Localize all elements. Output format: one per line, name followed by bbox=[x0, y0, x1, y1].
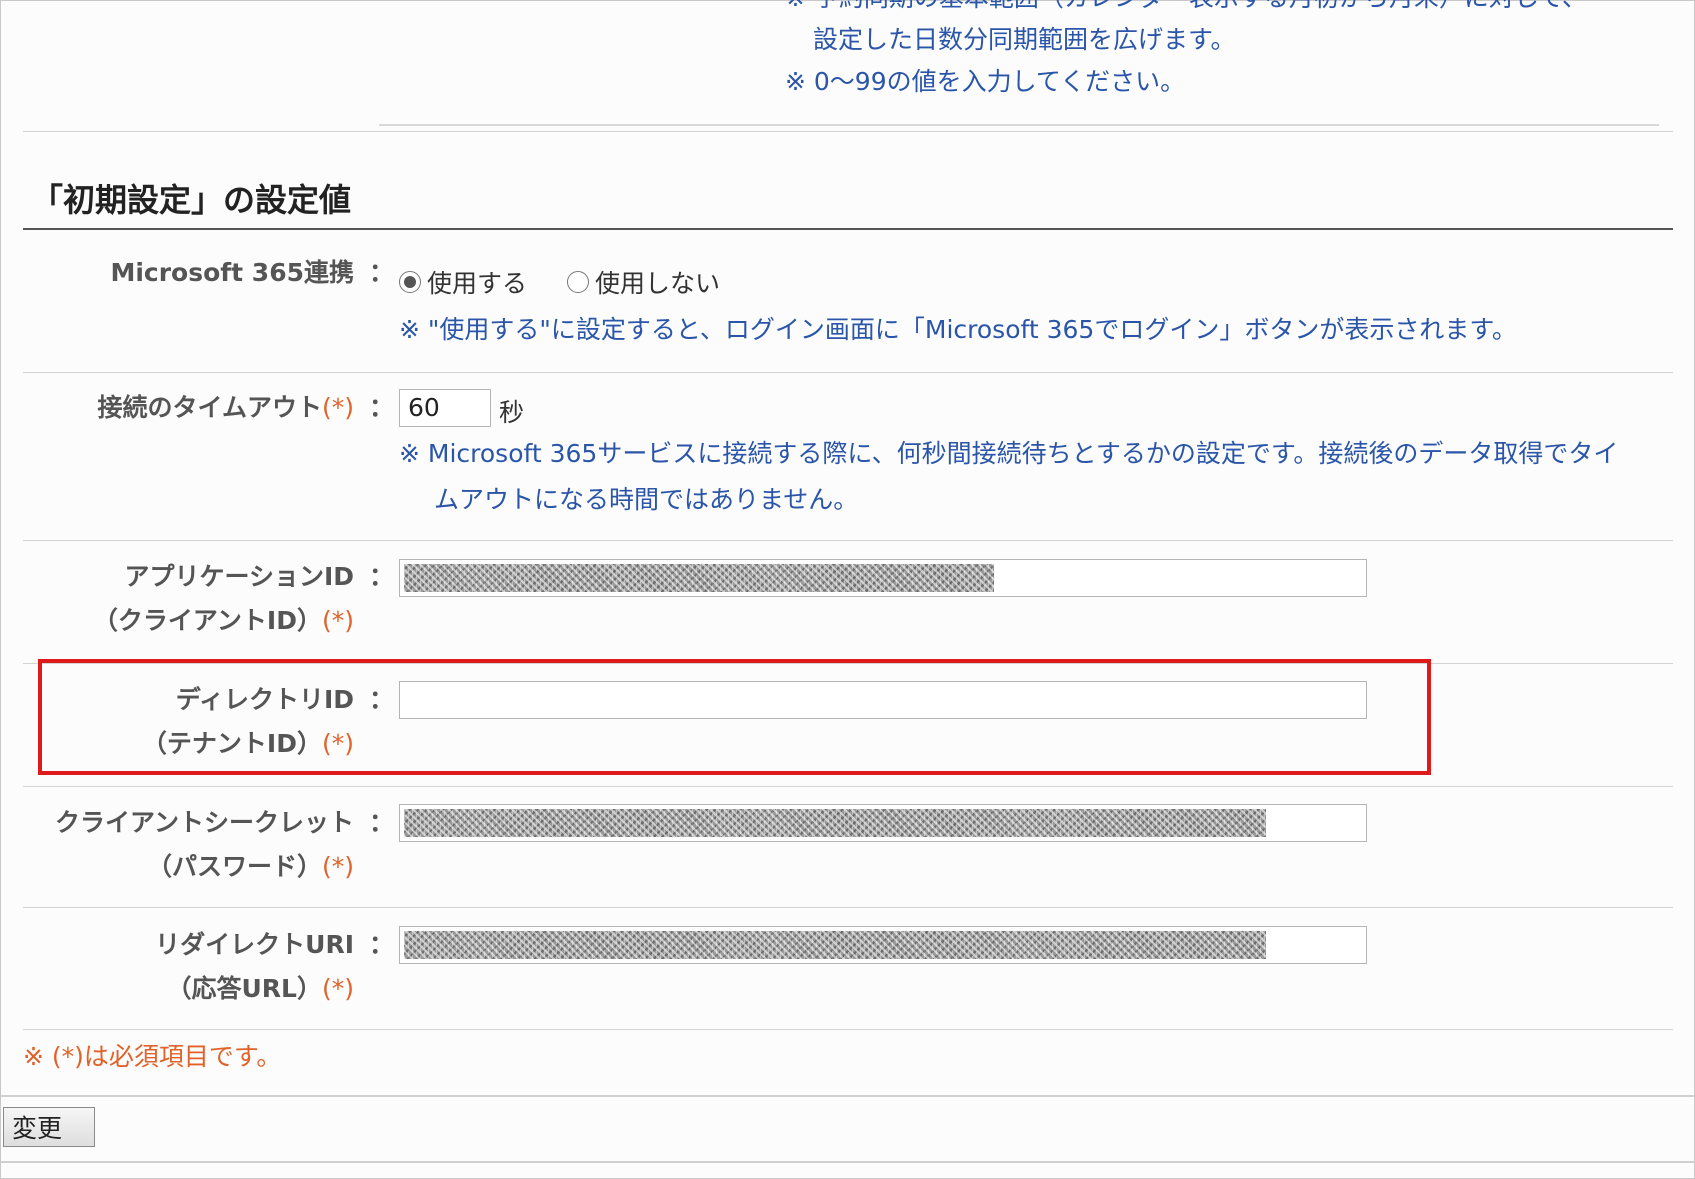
radio-not-use-label: 使用しない bbox=[595, 269, 721, 298]
redirect-uri-label: リダイレクトURI bbox=[155, 930, 354, 959]
settings-panel: ※ 予約同期の基本範囲（カレンダー表示する月初から月末）に対して、 設定した日数… bbox=[0, 0, 1695, 1179]
required-mark: (*) bbox=[321, 974, 354, 1003]
ms365-link-label: Microsoft 365連携 bbox=[110, 258, 354, 287]
footer-divider bbox=[1, 1095, 1695, 1097]
colon: ： bbox=[369, 393, 395, 422]
password-label: （パスワード）(*) bbox=[146, 852, 354, 881]
highlight-box bbox=[38, 659, 1431, 775]
client-secret-input[interactable] bbox=[399, 804, 1367, 842]
colon: ： bbox=[369, 808, 395, 837]
colon: ： bbox=[369, 562, 395, 591]
redacted-value bbox=[404, 564, 994, 592]
timeout-unit: 秒 bbox=[499, 398, 525, 427]
change-button[interactable]: 変更 bbox=[3, 1107, 95, 1147]
redacted-value bbox=[404, 809, 1266, 837]
radio-not-use-button[interactable] bbox=[567, 271, 590, 293]
radio-use[interactable]: 使用する bbox=[399, 264, 527, 300]
ms365-link-note: ※ "使用する"に設定すると、ログイン画面に「Microsoft 365でログイ… bbox=[399, 315, 1517, 344]
timeout-note-line2: ムアウトになる時間ではありません。 bbox=[434, 485, 859, 514]
divider bbox=[23, 907, 1673, 908]
colon: ： bbox=[369, 258, 395, 287]
divider bbox=[379, 124, 1659, 126]
sync-range-note-partial: ※ 予約同期の基本範囲（カレンダー表示する月初から月末）に対して、 bbox=[785, 0, 1587, 15]
redirect-uri-input[interactable] bbox=[399, 926, 1367, 964]
timeout-note-line1: ※ Microsoft 365サービスに接続する際に、何秒間接続待ちとするかの設… bbox=[399, 439, 1619, 468]
ms365-link-radio-group: 使用する 使用しない bbox=[399, 264, 760, 300]
application-id-label: アプリケーションID bbox=[124, 562, 354, 591]
redacted-value bbox=[404, 931, 1266, 959]
timeout-input[interactable]: 60 bbox=[399, 389, 491, 427]
radio-not-use[interactable]: 使用しない bbox=[567, 264, 720, 300]
section-title: 「初期設定」の設定値 bbox=[31, 181, 352, 219]
required-mark: (*) bbox=[321, 852, 354, 881]
required-mark: (*) bbox=[321, 606, 354, 635]
radio-use-button[interactable] bbox=[399, 271, 421, 293]
divider bbox=[23, 131, 1673, 132]
divider bbox=[23, 540, 1673, 541]
footer-divider bbox=[1, 1161, 1695, 1163]
timeout-label: 接続のタイムアウト(*) bbox=[97, 393, 354, 422]
required-fields-note: ※ (*)は必須項目です。 bbox=[23, 1042, 282, 1071]
sync-range-note: 設定した日数分同期範囲を広げます。 bbox=[813, 25, 1236, 54]
client-id-label: （クライアントID）(*) bbox=[92, 606, 354, 635]
application-id-input[interactable] bbox=[399, 559, 1367, 597]
sync-range-limit-note: ※ 0〜99の値を入力してください。 bbox=[785, 67, 1186, 96]
client-secret-label: クライアントシークレット bbox=[54, 808, 354, 837]
section-underline bbox=[23, 228, 1673, 230]
radio-use-label: 使用する bbox=[427, 269, 528, 298]
required-mark: (*) bbox=[321, 393, 354, 422]
divider bbox=[23, 786, 1673, 787]
colon: ： bbox=[369, 930, 395, 959]
reply-url-label: （応答URL）(*) bbox=[166, 974, 355, 1003]
divider bbox=[23, 1029, 1673, 1030]
divider bbox=[23, 372, 1673, 373]
